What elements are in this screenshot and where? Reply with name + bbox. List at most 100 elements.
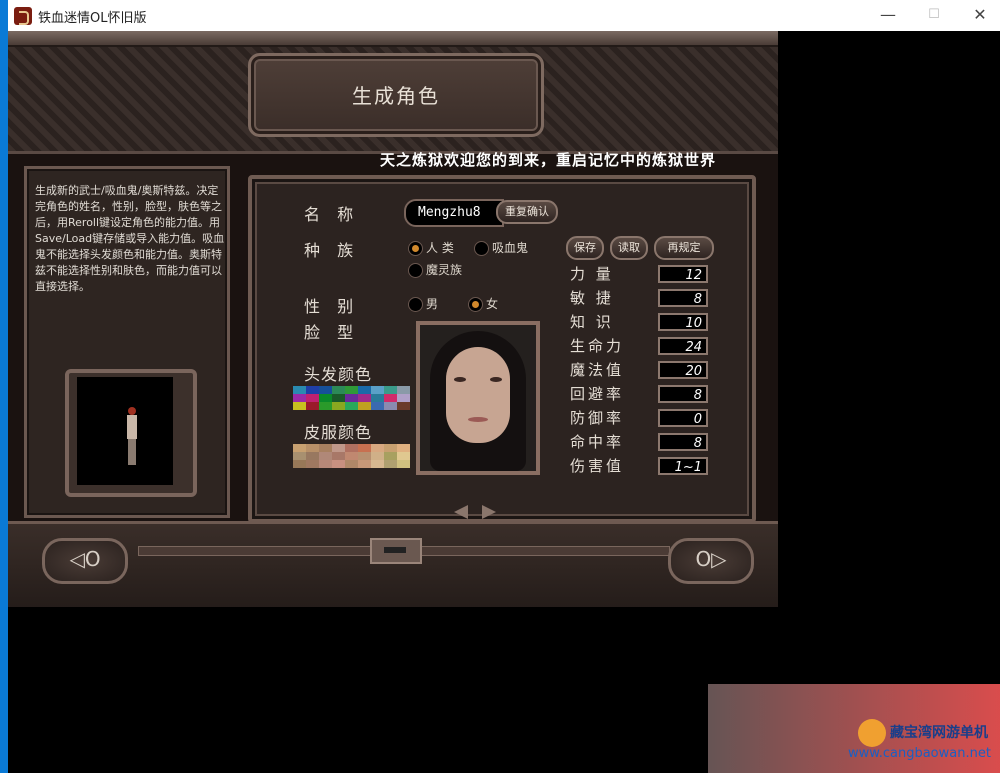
hair-color-swatch[interactable] (306, 386, 319, 394)
hair-color-swatch[interactable] (332, 386, 345, 394)
skin-color-swatch[interactable] (293, 460, 306, 468)
skin-color-swatch[interactable] (332, 444, 345, 452)
hair-color-swatch[interactable] (384, 394, 397, 402)
race-human-radio[interactable] (408, 241, 423, 256)
skin-color-swatch[interactable] (358, 460, 371, 468)
watermark: 藏宝湾网游单机 www.cangbaowan.net (708, 684, 1000, 773)
skin-color-swatch[interactable] (358, 444, 371, 452)
skin-color-swatch[interactable] (371, 452, 384, 460)
hair-color-swatch[interactable] (371, 402, 384, 410)
save-button[interactable]: 保存 (566, 236, 604, 260)
skin-color-swatch[interactable] (306, 460, 319, 468)
skin-color-swatch[interactable] (319, 460, 332, 468)
hair-color-swatch[interactable] (293, 386, 306, 394)
hair-color-palette[interactable] (293, 386, 410, 410)
hair-color-swatch[interactable] (332, 394, 345, 402)
stat-value: 1~1 (658, 457, 708, 475)
hair-color-swatch[interactable] (345, 402, 358, 410)
hair-color-swatch[interactable] (306, 402, 319, 410)
hair-color-swatch[interactable] (371, 386, 384, 394)
skin-color-swatch[interactable] (332, 452, 345, 460)
skin-color-swatch[interactable] (358, 452, 371, 460)
gender-male-radio[interactable] (408, 297, 423, 312)
scroll-thumb[interactable] (370, 538, 422, 564)
skin-color-swatch[interactable] (397, 452, 410, 460)
stat-value: 8 (658, 385, 708, 403)
name-label: 名 称 (304, 205, 360, 224)
next-arrow-icon: O▷ (695, 547, 727, 571)
stat-label: 回避率 (570, 385, 625, 403)
watermark-line1: 藏宝湾网游单机 (890, 725, 988, 741)
hair-color-swatch[interactable] (358, 402, 371, 410)
skin-color-swatch[interactable] (293, 452, 306, 460)
skin-color-swatch[interactable] (384, 460, 397, 468)
skin-color-swatch[interactable] (397, 444, 410, 452)
skin-color-palette[interactable] (293, 444, 410, 468)
gender-label: 性 别 (304, 297, 360, 316)
title-plate: 生成角色 (248, 53, 544, 137)
load-button[interactable]: 读取 (610, 236, 648, 260)
race-demon-radio[interactable] (408, 263, 423, 278)
hair-color-swatch[interactable] (397, 402, 410, 410)
hair-color-swatch[interactable] (371, 394, 384, 402)
hair-color-swatch[interactable] (384, 386, 397, 394)
stat-value: 24 (658, 337, 708, 355)
hair-color-swatch[interactable] (293, 402, 306, 410)
confirm-name-button[interactable]: 重复确认 (496, 200, 558, 224)
welcome-message: 天之炼狱欢迎您的到来，重启记忆中的炼狱世界 (380, 151, 717, 169)
skin-color-swatch[interactable] (371, 460, 384, 468)
skin-color-swatch[interactable] (397, 460, 410, 468)
next-button[interactable]: O▷ (668, 538, 754, 584)
race-label: 种 族 (304, 241, 360, 260)
skin-color-swatch[interactable] (306, 444, 319, 452)
gender-female-label: 女 (486, 297, 499, 311)
close-icon[interactable]: ✕ (960, 3, 1000, 27)
gender-female-radio[interactable] (468, 297, 483, 312)
maximize-icon[interactable]: ☐ (914, 3, 954, 27)
hair-color-swatch[interactable] (306, 394, 319, 402)
skin-color-swatch[interactable] (293, 444, 306, 452)
hair-color-swatch[interactable] (358, 394, 371, 402)
skin-color-swatch[interactable] (384, 444, 397, 452)
skin-color-swatch[interactable] (332, 460, 345, 468)
stat-label: 敏 捷 (570, 289, 614, 307)
hair-color-swatch[interactable] (319, 402, 332, 410)
skin-color-swatch[interactable] (345, 444, 358, 452)
race-vampire-radio[interactable] (474, 241, 489, 256)
skin-color-swatch[interactable] (319, 452, 332, 460)
stat-label: 力 量 (570, 265, 614, 283)
stat-value: 0 (658, 409, 708, 427)
face-prev-arrow-icon[interactable] (454, 505, 468, 519)
hair-color-swatch[interactable] (319, 386, 332, 394)
face-next-arrow-icon[interactable] (482, 505, 496, 519)
top-rail (8, 31, 778, 47)
stat-value: 8 (658, 433, 708, 451)
hair-color-swatch[interactable] (332, 402, 345, 410)
character-preview (65, 369, 197, 497)
prev-button[interactable]: ◁O (42, 538, 128, 584)
hair-color-swatch[interactable] (293, 394, 306, 402)
hair-color-swatch[interactable] (384, 402, 397, 410)
hair-color-swatch[interactable] (397, 394, 410, 402)
skin-color-swatch[interactable] (371, 444, 384, 452)
skin-color-swatch[interactable] (306, 452, 319, 460)
hair-color-swatch[interactable] (345, 386, 358, 394)
name-input[interactable]: Mengzhu8 (404, 199, 504, 227)
stat-value: 8 (658, 289, 708, 307)
stat-label: 知 识 (570, 313, 614, 331)
skin-color-swatch[interactable] (319, 444, 332, 452)
info-panel: 生成新的武士/吸血鬼/奥斯特兹。决定完角色的姓名，性别，脸型，肤色等之后，用Re… (24, 166, 230, 518)
skin-color-swatch[interactable] (345, 452, 358, 460)
hair-color-swatch[interactable] (397, 386, 410, 394)
hair-color-swatch[interactable] (319, 394, 332, 402)
minimize-icon[interactable]: — (868, 3, 908, 27)
skin-color-swatch[interactable] (345, 460, 358, 468)
stat-label: 命中率 (570, 433, 625, 451)
reroll-button[interactable]: 再规定 (654, 236, 714, 260)
character-sprite (127, 407, 137, 467)
hair-color-swatch[interactable] (345, 394, 358, 402)
face-label: 脸 型 (304, 323, 360, 342)
skin-color-swatch[interactable] (384, 452, 397, 460)
hair-color-swatch[interactable] (358, 386, 371, 394)
app-icon (14, 7, 32, 25)
